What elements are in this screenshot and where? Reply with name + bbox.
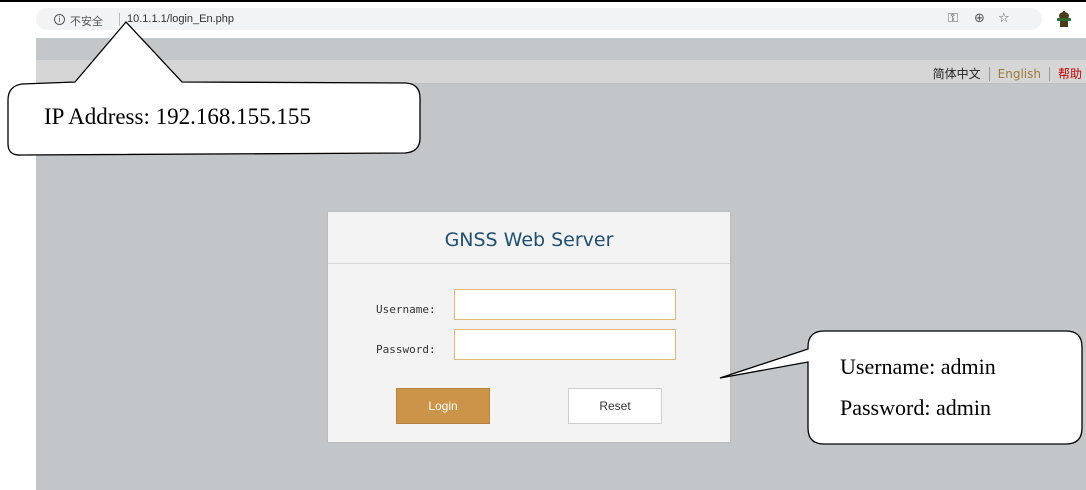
ip-callout-bubble [7, 21, 421, 156]
credentials-callout-line1: Username: admin [840, 354, 996, 379]
credentials-callout-line2: Password: admin [840, 395, 991, 420]
credentials-callout-bubble [719, 330, 1083, 445]
ip-callout-text: IP Address: 192.168.155.155 [44, 104, 311, 129]
